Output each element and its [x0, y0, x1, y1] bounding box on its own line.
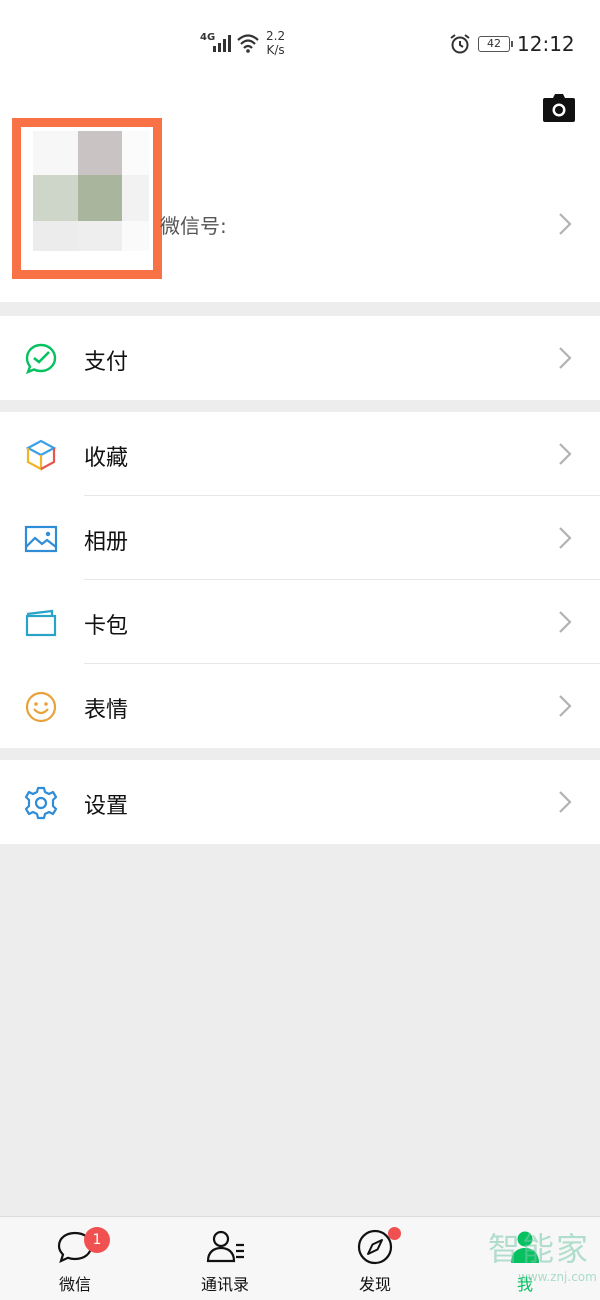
tab-label-chats: 微信	[58, 1275, 91, 1294]
tab-discover[interactable]: 发现	[300, 1217, 450, 1300]
menu-item-stickers[interactable]: 表情	[0, 664, 600, 748]
chevron-right-icon	[559, 213, 572, 235]
avatar[interactable]	[33, 131, 149, 270]
menu-item-album[interactable]: 相册	[0, 496, 600, 580]
discover-red-dot	[388, 1227, 401, 1240]
battery-indicator: 42	[478, 36, 513, 52]
chevron-right-icon	[559, 791, 572, 813]
menu-group-main: 收藏 相册 卡包 表情	[0, 412, 600, 748]
menu-label-settings: 设置	[84, 794, 129, 819]
tab-contacts[interactable]: 通讯录	[150, 1217, 300, 1300]
menu-item-favorites[interactable]: 收藏	[0, 412, 600, 496]
camera-icon[interactable]	[542, 94, 576, 124]
signal-icon	[213, 35, 231, 52]
avatar-highlight[interactable]	[12, 118, 162, 279]
gear-icon	[24, 786, 58, 820]
alarm-icon	[450, 34, 470, 54]
chevron-right-icon	[559, 695, 572, 717]
tab-chats[interactable]: 1 微信	[0, 1217, 150, 1300]
card-wallet-icon	[25, 609, 57, 637]
watermark: 智能家	[488, 1230, 591, 1268]
chevron-right-icon	[559, 527, 572, 549]
wechat-id-label: 微信号:	[160, 214, 227, 238]
menu-item-pay[interactable]: 支付	[0, 316, 600, 400]
unread-badge: 1	[84, 1227, 110, 1253]
speed-value: 2.2	[266, 29, 286, 43]
menu-label-favorites: 收藏	[84, 446, 129, 471]
menu-label-cards: 卡包	[84, 614, 129, 639]
menu-item-settings[interactable]: 设置	[0, 760, 600, 844]
chevron-right-icon	[559, 611, 572, 633]
chevron-right-icon	[559, 443, 572, 465]
tab-label-discover: 发现	[358, 1275, 391, 1294]
menu-label-pay: 支付	[84, 350, 129, 375]
favorites-icon	[25, 439, 57, 471]
menu-group-pay: 支付	[0, 316, 600, 400]
chevron-right-icon	[559, 347, 572, 369]
profile-header[interactable]: 微信号:	[0, 90, 600, 302]
clock: 12:12	[517, 32, 575, 56]
contacts-icon	[206, 1230, 244, 1263]
speed-unit: K/s	[266, 43, 285, 57]
menu-group-settings: 设置	[0, 760, 600, 844]
smiley-icon	[25, 691, 57, 723]
tab-label-contacts: 通讯录	[200, 1275, 249, 1294]
pay-icon	[25, 343, 57, 375]
menu-label-stickers: 表情	[84, 698, 129, 723]
watermark-url: www.znj.com	[518, 1270, 597, 1284]
wifi-icon	[237, 34, 259, 53]
album-icon	[24, 525, 58, 553]
status-bar: 4G 2.2 K/s 42 12:12	[0, 0, 600, 90]
menu-label-album: 相册	[84, 530, 129, 555]
network-speed: 2.2 K/s	[266, 29, 285, 57]
menu-item-cards[interactable]: 卡包	[0, 580, 600, 664]
